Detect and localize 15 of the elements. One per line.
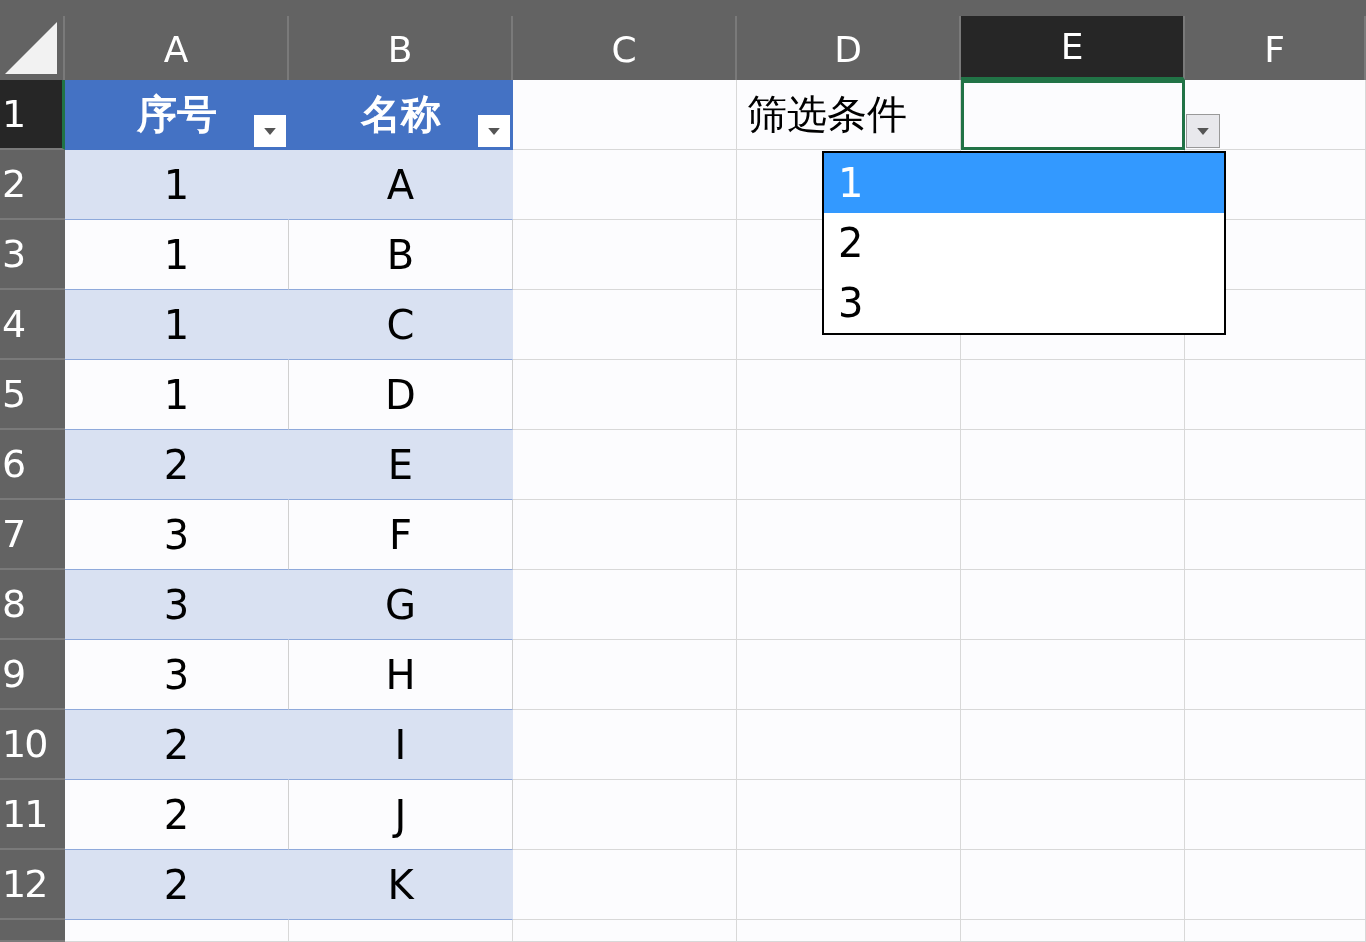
table-cell: G [289,570,513,640]
table-cell: K [289,850,513,920]
table-cell: C [289,290,513,360]
table-cell: E [289,430,513,500]
column-title: 序号 [136,90,217,139]
table-cell: 2 [65,850,289,920]
table-cell: 1 [65,150,289,220]
table-cell: 2 [65,710,289,780]
table-cell: I [289,710,513,780]
column-title: 名称 [360,90,441,139]
table-cell: 1 [65,290,289,360]
table-cell: 2 [65,430,289,500]
table-cell: A [289,150,513,220]
table-cell: 3 [65,570,289,640]
criteria-label: 筛选条件 [747,90,907,139]
